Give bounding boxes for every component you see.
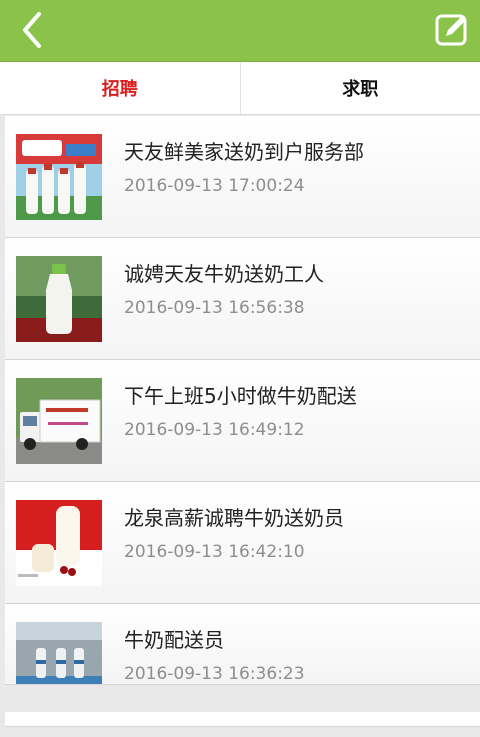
back-button[interactable] (10, 8, 54, 52)
item-title: 牛奶配送员 (124, 628, 224, 652)
list-item[interactable]: 龙泉高薪诚聘牛奶送奶员 2016-09-13 16:42:10 (5, 482, 480, 604)
item-title: 龙泉高薪诚聘牛奶送奶员 (124, 506, 344, 530)
tab-bar: 招聘 求职 (0, 62, 480, 115)
list-item[interactable]: 天友鲜美家送奶到户服务部 2016-09-13 17:00:24 (5, 116, 480, 238)
item-date: 2016-09-13 16:56:38 (124, 298, 305, 318)
item-thumbnail (16, 622, 102, 684)
job-list: 天友鲜美家送奶到户服务部 2016-09-13 17:00:24 诚娉天友牛奶送… (5, 116, 480, 685)
edit-icon (435, 14, 467, 46)
item-title: 诚娉天友牛奶送奶工人 (124, 262, 324, 286)
tab-recruit[interactable]: 招聘 (0, 62, 240, 114)
app-header (0, 0, 480, 62)
item-thumbnail (16, 134, 102, 220)
list-footer-edge (5, 712, 480, 727)
item-date: 2016-09-13 16:36:23 (124, 664, 305, 684)
item-thumbnail (16, 378, 102, 464)
chevron-left-icon (23, 12, 41, 48)
item-date: 2016-09-13 17:00:24 (124, 176, 305, 196)
item-date: 2016-09-13 16:49:12 (124, 420, 305, 440)
item-title: 天友鲜美家送奶到户服务部 (124, 140, 364, 164)
tab-job-seeking[interactable]: 求职 (241, 62, 480, 114)
item-title: 下午上班5小时做牛奶配送 (124, 384, 357, 408)
list-item[interactable]: 牛奶配送员 2016-09-13 16:36:23 (5, 604, 480, 685)
item-thumbnail (16, 256, 102, 342)
edit-button[interactable] (432, 10, 472, 50)
item-thumbnail (16, 500, 102, 586)
item-date: 2016-09-13 16:42:10 (124, 542, 305, 562)
list-item[interactable]: 下午上班5小时做牛奶配送 2016-09-13 16:49:12 (5, 360, 480, 482)
list-item[interactable]: 诚娉天友牛奶送奶工人 2016-09-13 16:56:38 (5, 238, 480, 360)
